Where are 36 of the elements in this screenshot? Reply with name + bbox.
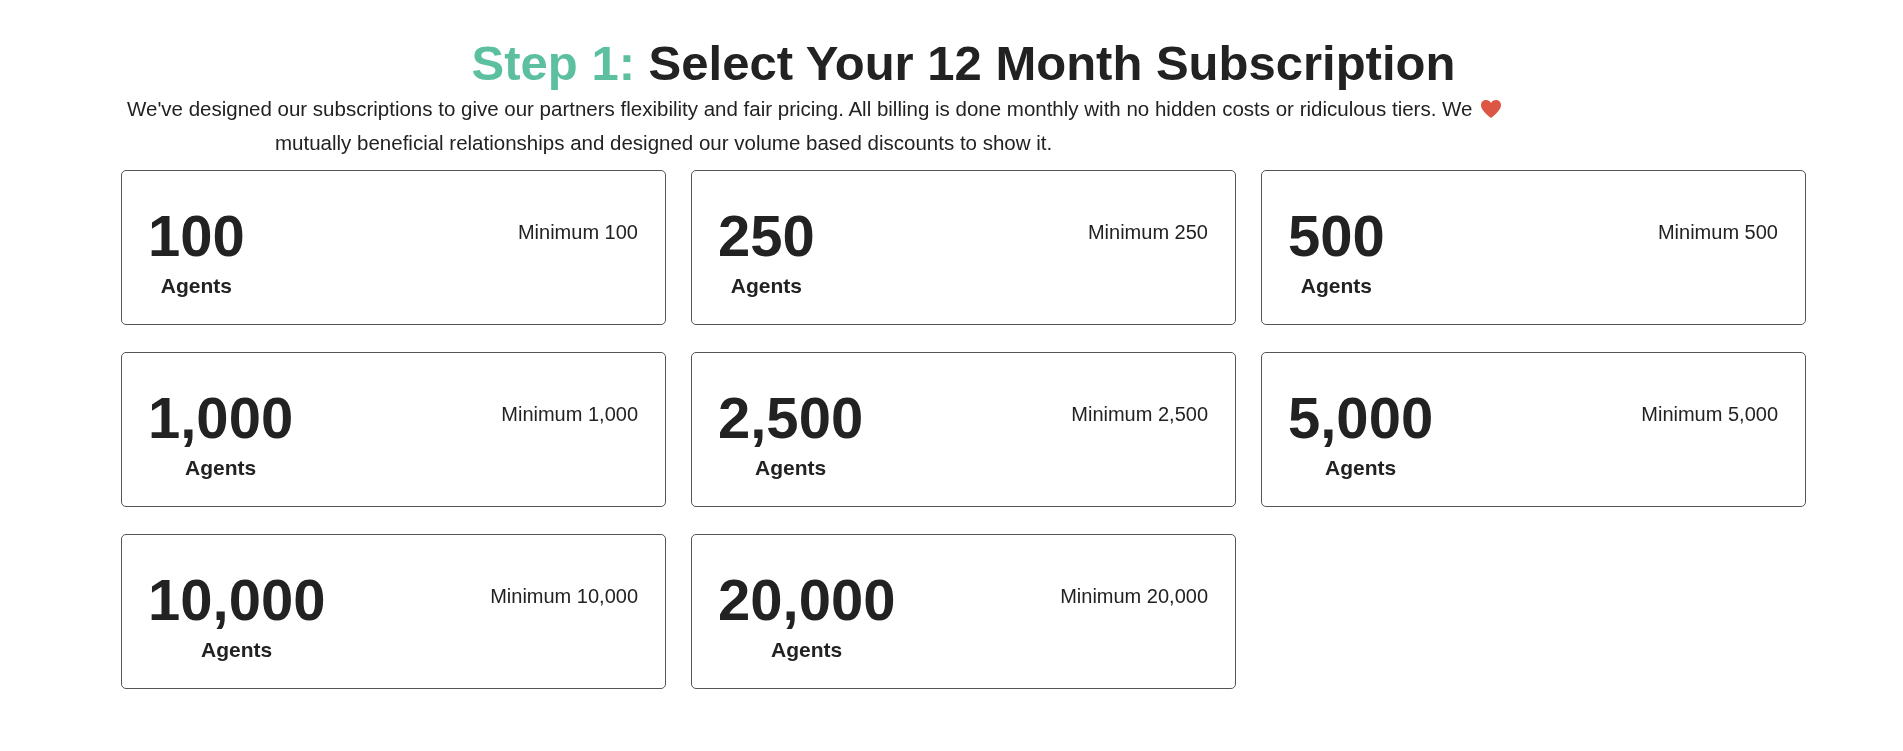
minimum-label: Minimum 2,500 — [1071, 402, 1208, 427]
plan-card[interactable]: 5,000 Agents Minimum 5,000 — [1261, 352, 1806, 507]
agent-count: 10,000 — [148, 569, 326, 631]
agent-count: 250 — [718, 205, 815, 267]
plan-card[interactable]: 250 Agents Minimum 250 — [691, 170, 1236, 325]
agents-label: Agents — [201, 637, 273, 663]
description-text: mutually beneficial relationships and designed our volume based discounts to show it. — [275, 130, 1054, 156]
heart-icon — [1480, 99, 1503, 119]
agents-label: Agents — [1300, 273, 1372, 299]
agent-count: 500 — [1288, 205, 1385, 267]
plan-card[interactable]: 1,000 Agents Minimum 1,000 — [121, 352, 666, 507]
minimum-label: Minimum 500 — [1657, 220, 1778, 245]
plan-card[interactable]: 20,000 Agents Minimum 20,000 — [691, 534, 1236, 689]
agent-count: 5,000 — [1288, 387, 1434, 449]
agent-count: 1,000 — [148, 387, 294, 449]
minimum-label: Minimum 1,000 — [501, 402, 638, 427]
agents-label: Agents — [730, 273, 802, 299]
agents-label: Agents — [1325, 455, 1397, 481]
plan-card[interactable]: 10,000 Agents Minimum 10,000 — [121, 534, 666, 689]
minimum-label: Minimum 100 — [517, 220, 638, 245]
description-text: We've designed our subscriptions to give our partners flexibility and fair pricing. All billing is done monthly with no hidden costs or ridiculous tiers. We — [127, 96, 1473, 122]
agent-count: 2,500 — [718, 387, 864, 449]
agent-count: 20,000 — [718, 569, 896, 631]
minimum-label: Minimum 20,000 — [1060, 584, 1208, 609]
agents-label: Agents — [755, 455, 827, 481]
agents-label: Agents — [185, 455, 257, 481]
agent-count: 100 — [148, 205, 245, 267]
agents-label: Agents — [160, 273, 232, 299]
plan-card[interactable]: 2,500 Agents Minimum 2,500 — [691, 352, 1236, 507]
minimum-label: Minimum 10,000 — [490, 584, 638, 609]
minimum-label: Minimum 5,000 — [1641, 402, 1778, 427]
plan-card[interactable]: 100 Agents Minimum 100 — [121, 170, 666, 325]
plan-card[interactable]: 500 Agents Minimum 500 — [1261, 170, 1806, 325]
agents-label: Agents — [771, 637, 843, 663]
page-title: Step 1: Select Your 12 Month Subscription — [471, 35, 1456, 92]
minimum-label: Minimum 250 — [1087, 220, 1208, 245]
